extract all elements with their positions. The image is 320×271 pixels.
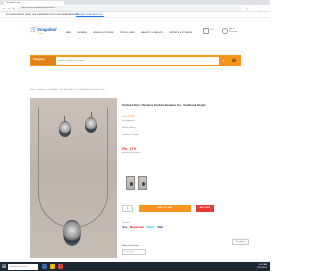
buy-now-button[interactable]: BUY NOW [196,205,214,212]
necklace-pendant [63,220,81,246]
payment-label: Pay with [122,222,130,224]
cart-logo-icon: 🛒 [30,26,38,33]
logo-text: Snapdeal [37,27,57,32]
nav-item-home-kitchen[interactable]: HOME & KITCHEN [93,32,113,34]
breadcrumb: Home > Women > Jewellery > Necklace Sets… [30,89,105,91]
chrome-icon[interactable] [58,264,63,269]
address-bar[interactable]: https://www.snapdeal.com/product/... [17,6,242,11]
taskbar-search[interactable]: Type here to search [8,263,38,270]
system-tray-clock[interactable]: 10:42 AM 12/05/2019 [257,264,267,270]
thumbnail-dot [142,182,145,186]
mastercard-logo: Mastercard [130,226,144,229]
quantity-selector[interactable]: 1 [122,205,133,212]
logo-tagline: Unbox [38,33,44,35]
price-note: Inclusive of all taxes [122,152,140,154]
signin-label[interactable]: Sign In [229,28,235,30]
bookmarks-hint: For quick access, place your bookmarks h… [6,13,79,16]
back-icon[interactable]: ← [2,7,6,11]
cart-icon[interactable] [203,28,209,34]
signin-sub: Shop now [229,31,238,33]
nav-item-sports-fitness[interactable]: SPORTS & FITNESS [170,32,193,34]
thumbnail-dot [130,182,133,186]
site-logo[interactable]: 🛒 Snapdeal Unbox [30,26,57,38]
categories-button[interactable]: Categories [31,56,56,65]
chat-button[interactable]: Chat with us [232,239,249,245]
rating-stars[interactable]: ★★★★★ [122,115,135,118]
browser-menu-icon[interactable]: ⋮ [258,7,262,11]
add-to-cart-button[interactable]: ADD TO CART [139,205,191,212]
rating-text: No ratings yet [122,120,135,122]
earring-right [85,117,97,133]
forward-icon[interactable]: → [7,7,11,11]
earring-left [59,121,71,137]
product-image[interactable] [30,98,117,258]
ask-question-link[interactable]: Have a Question? [122,245,140,247]
user-icon[interactable] [222,28,228,34]
nav-item-men[interactable]: MEN [66,32,71,34]
manage-bookmarks-link[interactable]: Manage bookmarks now... [76,13,104,17]
search-bar: Categories ⌕ ≡ [30,55,241,66]
menu-icon[interactable]: ≡ [230,57,238,64]
clock-date: 12/05/2019 [256,266,267,269]
file-explorer-icon[interactable] [50,264,55,269]
thumbnail-2[interactable] [138,176,147,190]
task-view-icon[interactable] [42,264,47,269]
seller-name[interactable]: Sold by: Marva [122,127,135,129]
nav-item-beauty-health[interactable]: BEAUTY & HEALTH [141,32,163,34]
help-search-input[interactable]: Search help [122,249,146,255]
cart-label[interactable]: Cart [210,29,214,31]
payment-methods: Visa Mastercard Paytm VISA [122,226,165,229]
necklace-chain [38,108,108,228]
browser-toolbar: ← → ↻ https://www.snapdeal.com/product/.… [0,5,270,12]
site-header: 🛒 Snapdeal Unbox MEN WOMEN HOME & KITCHE… [0,18,270,46]
reload-icon[interactable]: ↻ [12,7,16,11]
thumbnail-1[interactable] [126,176,135,190]
nav-item-women[interactable]: WOMEN [78,32,87,34]
windows-taskbar: ⊞ Type here to search 10:42 AM 12/05/201… [0,262,270,271]
top-navigation: MEN WOMEN HOME & KITCHEN TOYS & KIDS BEA… [66,30,198,34]
nav-item-toys-kids[interactable]: TOYS & KIDS [120,32,135,34]
windows-start-icon[interactable]: ⊞ [1,264,7,270]
delivery-info: Delivery: 5-7 days [122,134,139,136]
visa-logo: Visa [122,226,128,229]
search-icon[interactable]: ⌕ [219,56,228,65]
product-title: Oxidised Silver Jhumki & Pendant Necklac… [122,104,206,107]
paytm-logo: Paytm [146,226,155,229]
search-input[interactable] [56,56,219,65]
product-price: Rs. 279 [122,146,137,151]
star-icon[interactable]: ☆ [245,7,249,11]
visa-logo-2: VISA [157,226,164,229]
